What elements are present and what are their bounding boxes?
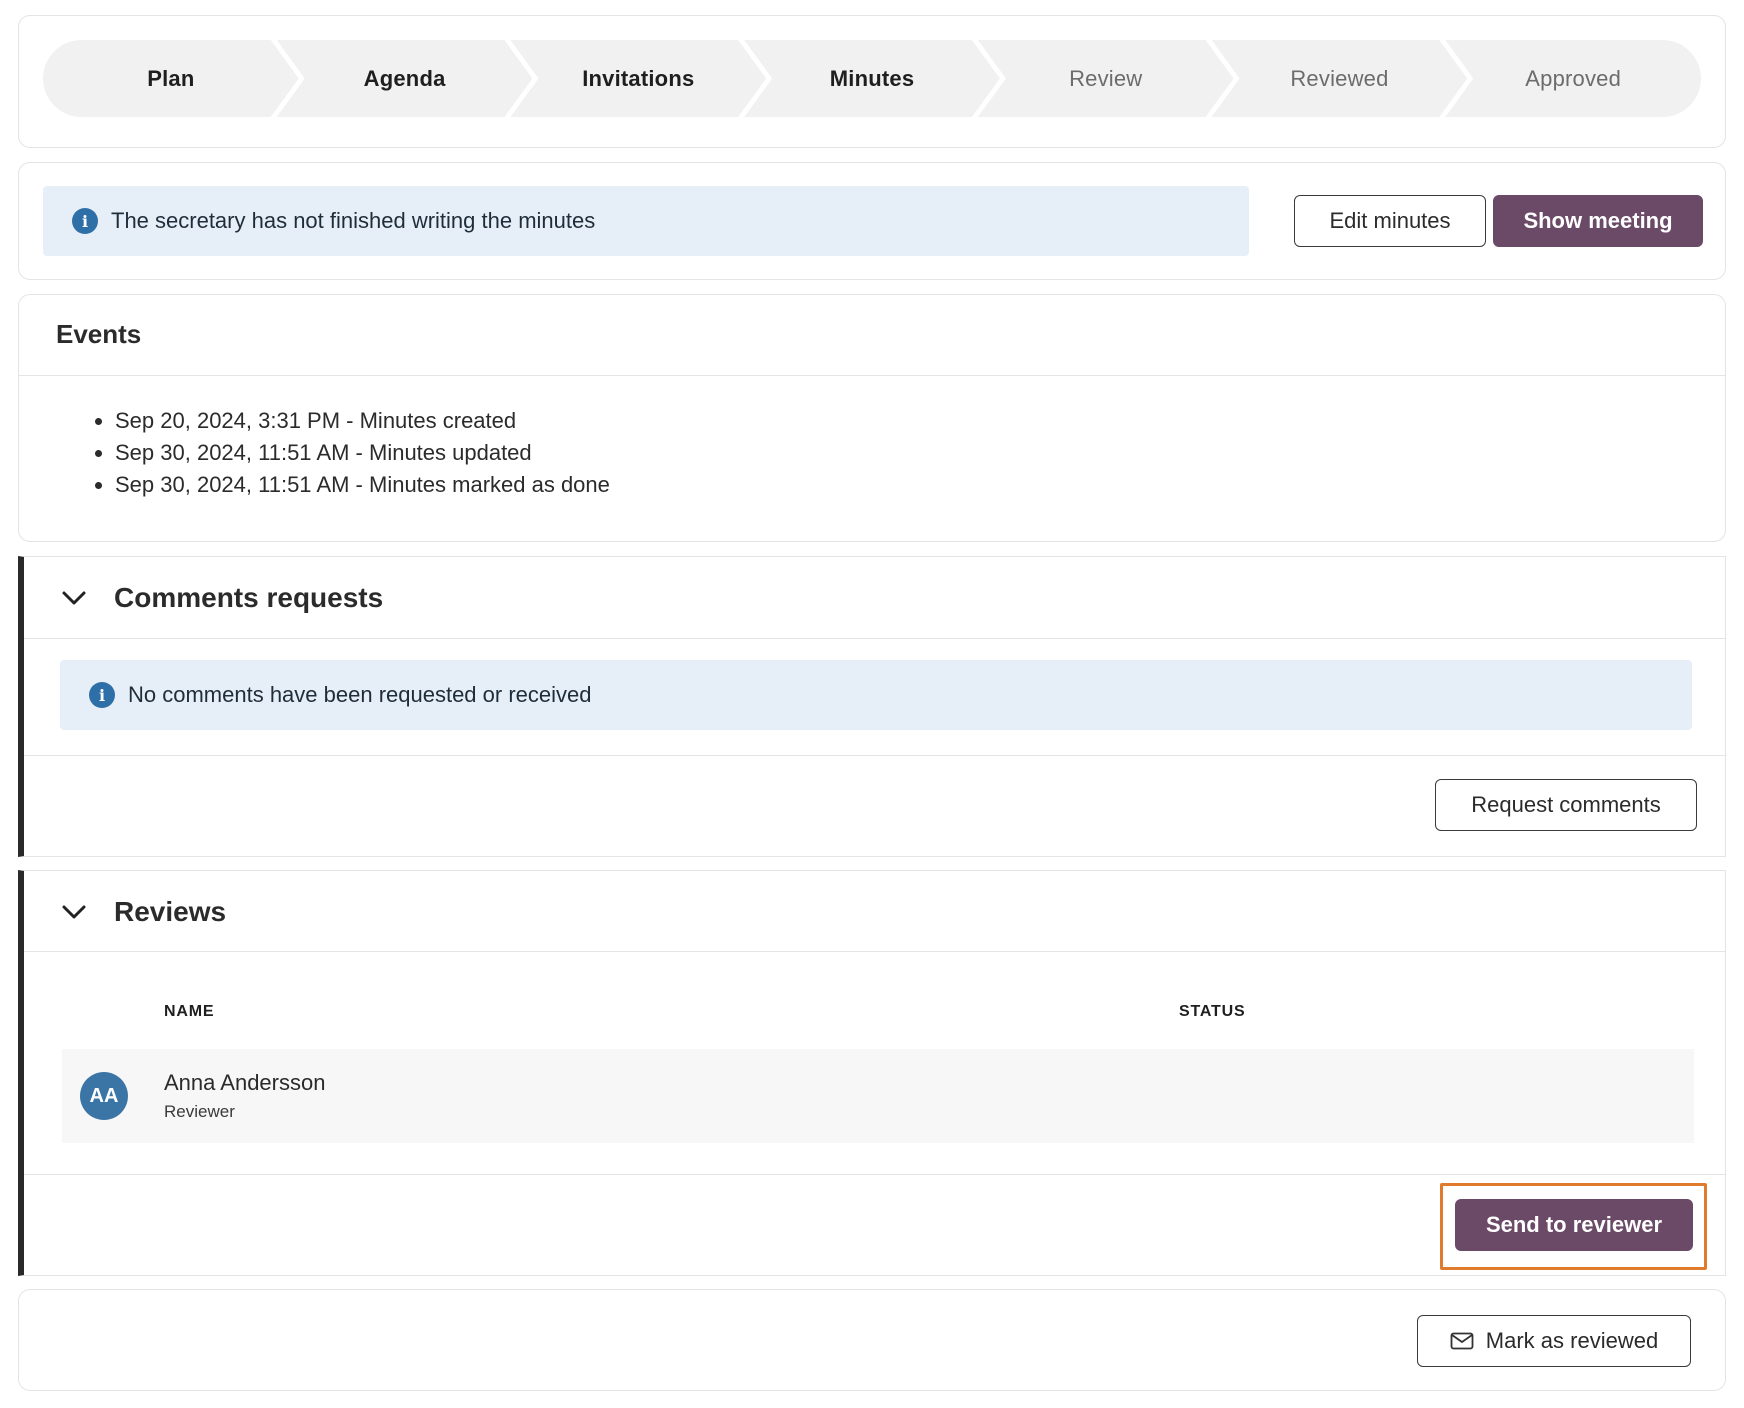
events-list: Sep 20, 2024, 3:31 PM - Minutes created … <box>95 405 610 501</box>
send-to-reviewer-button[interactable]: Send to reviewer <box>1455 1199 1693 1251</box>
divider <box>24 755 1725 756</box>
edit-minutes-button[interactable]: Edit minutes <box>1294 195 1486 247</box>
step-review[interactable]: Review <box>978 40 1234 117</box>
reviews-section: Reviews NAME STATUS AA Anna Andersson Re… <box>18 870 1726 1276</box>
list-item: Sep 20, 2024, 3:31 PM - Minutes created <box>95 405 610 437</box>
mark-as-reviewed-label: Mark as reviewed <box>1485 1328 1659 1353</box>
list-item: Sep 30, 2024, 11:51 AM - Minutes updated <box>95 437 610 469</box>
events-title: Events <box>56 319 142 349</box>
show-meeting-button[interactable]: Show meeting <box>1493 195 1703 247</box>
minutes-status-banner: i The secretary has not finished writing… <box>43 186 1249 256</box>
info-icon: i <box>72 208 98 234</box>
reviews-title: Reviews <box>114 896 227 927</box>
step-approved[interactable]: Approved <box>1445 40 1701 117</box>
divider <box>24 1174 1725 1175</box>
no-comments-message: No comments have been requested or recei… <box>128 682 592 707</box>
reviewer-role: Reviewer <box>164 1102 235 1121</box>
step-reviewed[interactable]: Reviewed <box>1212 40 1468 117</box>
mark-as-reviewed-button[interactable]: Mark as reviewed <box>1417 1315 1691 1367</box>
list-item: Sep 30, 2024, 11:51 AM - Minutes marked … <box>95 469 610 501</box>
table-row[interactable]: AA Anna Andersson Reviewer <box>62 1049 1694 1143</box>
reviewer-name: Anna Andersson <box>164 1070 326 1095</box>
column-header-name[interactable]: NAME <box>164 1003 214 1021</box>
step-agenda[interactable]: Agenda <box>277 40 533 117</box>
info-icon: i <box>89 682 115 708</box>
comments-requests-section: Comments requests i No comments have bee… <box>18 556 1726 857</box>
step-plan[interactable]: Plan <box>43 40 299 117</box>
avatar: AA <box>80 1072 128 1120</box>
divider <box>19 375 1725 376</box>
progress-stepper: Plan Agenda Invitations Minutes Review R… <box>43 40 1701 117</box>
divider <box>24 951 1725 952</box>
chevron-down-icon[interactable] <box>60 898 88 926</box>
step-minutes[interactable]: Minutes <box>744 40 1000 117</box>
divider <box>24 638 1725 639</box>
reviews-header[interactable]: Reviews <box>24 871 1725 953</box>
step-invitations[interactable]: Invitations <box>510 40 766 117</box>
comments-requests-header[interactable]: Comments requests <box>24 557 1725 639</box>
no-comments-banner: i No comments have been requested or rec… <box>60 660 1692 730</box>
mail-icon <box>1450 1332 1474 1350</box>
minutes-status-message: The secretary has not finished writing t… <box>111 208 596 233</box>
minutes-status-card: i The secretary has not finished writing… <box>18 162 1726 280</box>
footer-actions-card: Mark as reviewed <box>18 1289 1726 1391</box>
request-comments-button[interactable]: Request comments <box>1435 779 1697 831</box>
progress-stepper-card: Plan Agenda Invitations Minutes Review R… <box>18 15 1726 148</box>
chevron-down-icon[interactable] <box>60 584 88 612</box>
events-card: Events Sep 20, 2024, 3:31 PM - Minutes c… <box>18 294 1726 542</box>
column-header-status[interactable]: STATUS <box>1179 1003 1245 1021</box>
comments-requests-title: Comments requests <box>114 582 384 613</box>
